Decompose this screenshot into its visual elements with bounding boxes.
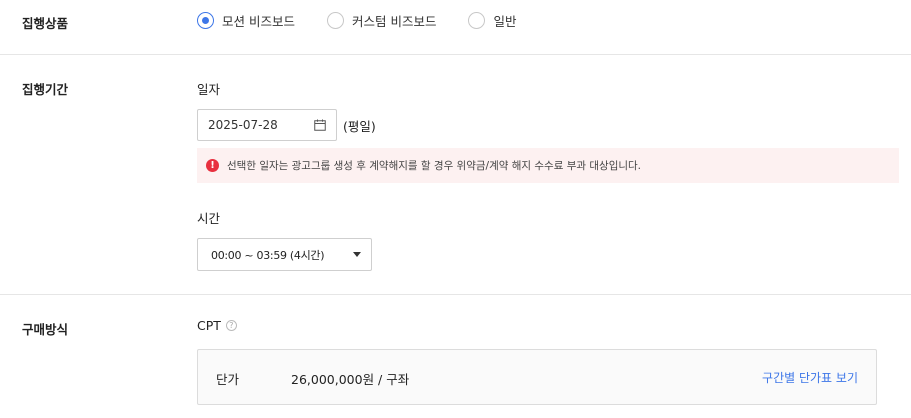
time-label: 시간 (197, 211, 221, 226)
radio-label: 일반 (493, 14, 517, 29)
price-value: 26,000,000원 / 구좌 (291, 372, 410, 387)
chevron-down-icon (353, 252, 361, 257)
product-radio-group: 모션 비즈보드 커스텀 비즈보드 일반 (197, 11, 548, 30)
notice-text: 선택한 일자는 광고그룹 생성 후 계약해지를 할 경우 위약금/계약 해지 수… (227, 160, 642, 172)
time-select[interactable]: 00:00 ~ 03:59 (4시간) (197, 238, 372, 271)
weekday-indicator: (평일) (343, 119, 376, 134)
price-table-link[interactable]: 구간별 단가표 보기 (762, 369, 858, 386)
radio-label: 모션 비즈보드 (222, 14, 295, 29)
cancellation-notice: ! 선택한 일자는 광고그룹 생성 후 계약해지를 할 경우 위약금/계약 해지… (197, 148, 899, 183)
purchase-method: CPT ? (197, 318, 237, 333)
purchase-section-label: 구매방식 (22, 322, 69, 337)
section-divider (0, 54, 911, 55)
date-picker-input[interactable]: 2025-07-28 (197, 109, 337, 141)
radio-custom-bizboard[interactable]: 커스텀 비즈보드 (326, 11, 437, 30)
calendar-icon[interactable] (314, 119, 326, 131)
purchase-method-value: CPT (197, 318, 221, 333)
radio-circle[interactable] (197, 12, 214, 29)
radio-general[interactable]: 일반 (468, 11, 516, 30)
period-section-label: 집행기간 (22, 82, 69, 97)
radio-circle[interactable] (326, 12, 344, 29)
product-section-label: 집행상품 (22, 16, 69, 31)
time-select-value: 00:00 ~ 03:59 (4시간) (211, 248, 325, 262)
price-label: 단가 (216, 372, 240, 387)
radio-label: 커스텀 비즈보드 (351, 14, 437, 29)
date-value: 2025-07-28 (208, 118, 278, 132)
radio-circle[interactable] (468, 12, 486, 29)
date-label: 일자 (197, 82, 221, 97)
price-box: 단가 26,000,000원 / 구좌 구간별 단가표 보기 (197, 349, 877, 405)
section-divider (0, 294, 911, 295)
help-icon[interactable]: ? (225, 320, 237, 331)
warning-icon: ! (206, 159, 219, 172)
radio-motion-bizboard[interactable]: 모션 비즈보드 (197, 11, 295, 30)
